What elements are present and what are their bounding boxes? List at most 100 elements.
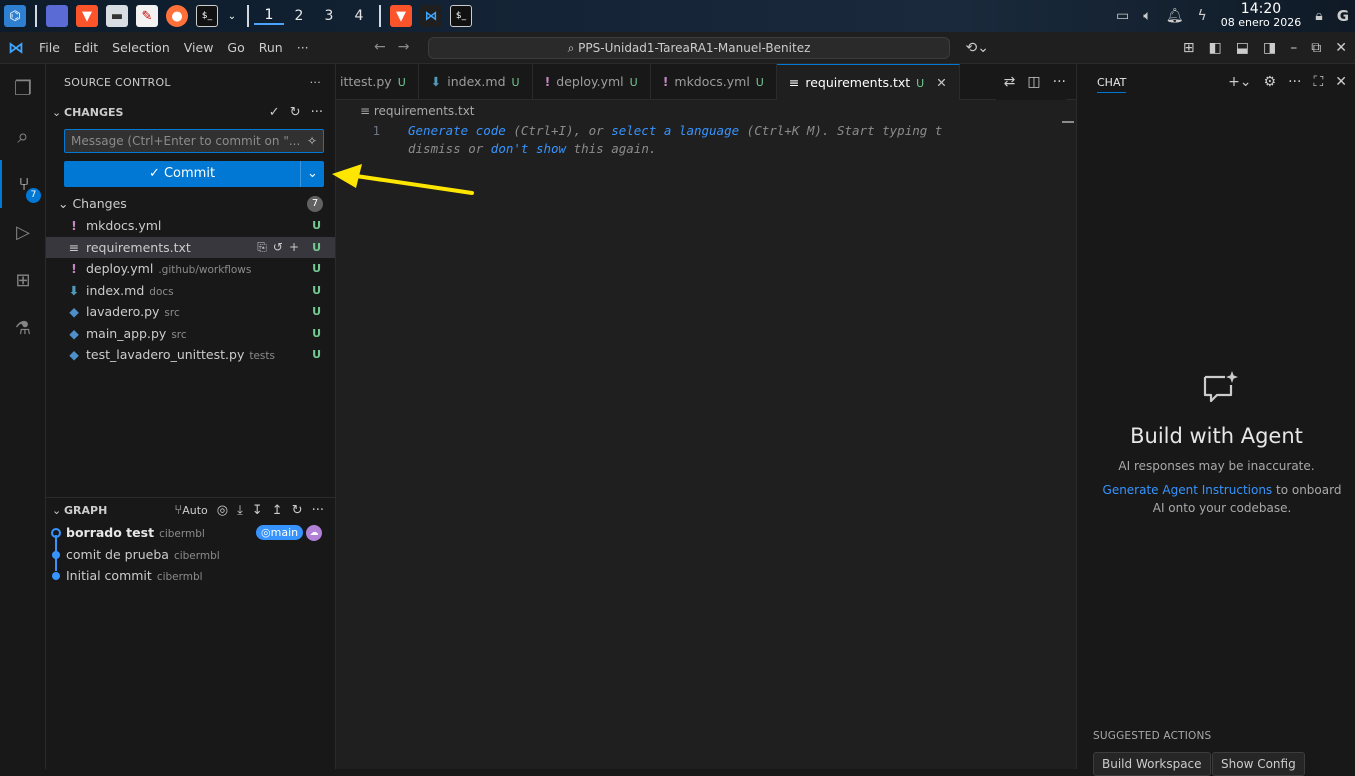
select-language-link[interactable]: select a language: [611, 123, 739, 138]
tab-requirements-txt[interactable]: ≡ requirements.txt U ✕: [776, 64, 960, 100]
clock[interactable]: 14:20 08 enero 2026: [1221, 2, 1302, 29]
more-actions-icon[interactable]: ···: [312, 500, 324, 522]
branch-auto-button[interactable]: ⑂Auto: [174, 500, 207, 522]
open-changes-icon[interactable]: ⇄: [1004, 64, 1016, 100]
menu-view[interactable]: View: [177, 40, 221, 55]
list-item[interactable]: ≡ requirements.txt ⎘↺+ U: [46, 236, 335, 258]
tab-mkdocs-yml[interactable]: ! mkdocs.yml U: [651, 64, 777, 100]
terminal-icon[interactable]: $_: [196, 5, 218, 27]
close-window-icon[interactable]: ✕: [1335, 40, 1347, 56]
gear-icon[interactable]: ⚙: [1264, 74, 1277, 90]
workspace-1[interactable]: 1: [254, 7, 284, 25]
close-tab-icon[interactable]: ✕: [936, 75, 946, 90]
desktop-icon[interactable]: [46, 5, 68, 27]
toggle-secondary-sidebar-icon[interactable]: ◨: [1263, 40, 1276, 56]
list-item[interactable]: Initial commit cibermbl: [46, 565, 336, 587]
menu-edit[interactable]: Edit: [67, 40, 105, 55]
menu-selection[interactable]: Selection: [105, 40, 177, 55]
app-launcher-icon[interactable]: ⌬: [4, 5, 26, 27]
build-workspace-button[interactable]: Build Workspace: [1093, 752, 1211, 776]
tab-deploy-yml[interactable]: ! deploy.yml U: [533, 64, 651, 100]
changes-group[interactable]: ⌄ Changes 7: [46, 193, 335, 215]
extensions-icon[interactable]: ⊞: [0, 256, 46, 304]
new-chat-icon[interactable]: +⌄: [1228, 74, 1251, 90]
list-item[interactable]: ! deploy.yml .github/workflows U: [46, 258, 335, 280]
layout-customize-icon[interactable]: ⊞: [1183, 40, 1195, 56]
back-arrow-icon[interactable]: ←: [374, 39, 398, 55]
push-icon[interactable]: ↥: [272, 500, 283, 522]
list-item[interactable]: ◆ lavadero.py src U: [46, 301, 335, 323]
search-view-icon[interactable]: ⌕: [0, 112, 46, 160]
minimize-icon[interactable]: –: [1290, 40, 1297, 56]
workspace-2[interactable]: 2: [284, 8, 314, 24]
graph-section-header[interactable]: ⌄ GRAPH ⑂Auto ◎ ⤓ ↧ ↥ ↻ ···: [46, 500, 336, 522]
explorer-icon[interactable]: ❐: [0, 64, 46, 112]
menu-file[interactable]: File: [32, 40, 67, 55]
forward-arrow-icon[interactable]: →: [398, 39, 422, 55]
notification-bell-icon[interactable]: 🔔︎: [1166, 8, 1184, 24]
target-icon[interactable]: ◎: [217, 500, 228, 522]
commit-button-main[interactable]: ✓ Commit: [64, 161, 300, 187]
commit-message-input[interactable]: Message (Ctrl+Enter to commit on "... ✧: [64, 129, 324, 153]
list-item[interactable]: borrado test cibermbl ◎main ☁: [46, 522, 336, 544]
list-item[interactable]: ⬇ index.md docs U: [46, 280, 335, 302]
commit-button[interactable]: ✓ Commit ⌄: [64, 161, 324, 187]
chevron-down-icon[interactable]: ⌄: [226, 5, 238, 27]
tab-unittest[interactable]: ittest.py U: [336, 64, 419, 100]
toggle-sidebar-icon[interactable]: ◧: [1209, 40, 1222, 56]
terminal-window-icon[interactable]: $_: [450, 5, 472, 27]
list-item[interactable]: comit de prueba cibermbl: [46, 544, 336, 566]
more-actions-icon[interactable]: ···: [311, 102, 323, 124]
more-actions-icon[interactable]: ···: [310, 64, 321, 102]
vscode-window-icon[interactable]: ⋈: [420, 5, 442, 27]
commit-dropdown-button[interactable]: ⌄: [300, 161, 324, 187]
command-center[interactable]: ⌕ PPS-Unidad1-TareaRA1-Manuel-Benitez: [428, 37, 950, 59]
testing-icon[interactable]: ⚗: [0, 304, 46, 352]
list-item[interactable]: ◆ test_lavadero_unittest.py tests U: [46, 344, 335, 366]
changes-section-header[interactable]: ⌄ CHANGES ✓ ↻ ···: [46, 102, 335, 124]
code-line-1[interactable]: 1 Generate code (Ctrl+I), or select a lan…: [336, 122, 1076, 140]
stage-changes-icon[interactable]: +: [289, 240, 305, 254]
toggle-panel-icon[interactable]: ⬓: [1236, 40, 1249, 56]
firefox-icon[interactable]: ●: [166, 5, 188, 27]
copilot-icon[interactable]: ⟲⌄: [966, 40, 989, 56]
sparkle-icon[interactable]: ✧: [307, 130, 317, 152]
workspace-4[interactable]: 4: [344, 8, 374, 24]
list-item[interactable]: ◆ main_app.py src U: [46, 323, 335, 345]
file-manager-icon[interactable]: ▬: [106, 5, 128, 27]
list-item[interactable]: ! mkdocs.yml U: [46, 215, 335, 237]
discard-changes-icon[interactable]: ↺: [273, 240, 289, 254]
commit-check-icon[interactable]: ✓: [269, 102, 280, 124]
code-line-1-wrap[interactable]: dismiss or don't show this again.: [336, 140, 1076, 158]
source-control-icon[interactable]: ⑂ 7: [0, 160, 46, 208]
document-viewer-icon[interactable]: ✎: [136, 5, 158, 27]
menu-more[interactable]: ···: [290, 40, 316, 55]
show-config-button[interactable]: Show Config: [1212, 752, 1305, 776]
more-actions-icon[interactable]: ···: [1288, 74, 1301, 90]
maximize-panel-icon[interactable]: ⛶: [1313, 74, 1323, 90]
power-profile-icon[interactable]: ϟ: [1197, 8, 1206, 24]
fetch-icon[interactable]: ⤓: [237, 500, 243, 522]
refresh-icon[interactable]: ↻: [290, 102, 301, 124]
open-file-icon[interactable]: ⎘: [257, 240, 273, 254]
maximize-icon[interactable]: ⧉: [1311, 40, 1321, 56]
refresh-icon[interactable]: ↻: [292, 500, 303, 522]
session-icon[interactable]: G: [1337, 7, 1349, 25]
menu-run[interactable]: Run: [252, 40, 290, 55]
close-panel-icon[interactable]: ✕: [1335, 74, 1347, 90]
scrollbar-marker[interactable]: [1062, 121, 1074, 123]
volume-icon[interactable]: 🔈︎: [1143, 8, 1151, 24]
brave-browser-icon[interactable]: ▼: [76, 5, 98, 27]
dont-show-link[interactable]: don't show: [491, 141, 566, 156]
chat-title[interactable]: CHAT: [1097, 76, 1127, 93]
brave-window-icon[interactable]: ▼: [390, 5, 412, 27]
lock-icon[interactable]: 🔒︎: [1315, 8, 1322, 24]
generate-instructions-link[interactable]: Generate Agent Instructions: [1103, 483, 1273, 497]
tab-index-md[interactable]: ⬇ index.md U: [419, 64, 533, 100]
split-editor-icon[interactable]: ◫: [1027, 64, 1040, 100]
display-icon[interactable]: ▭: [1116, 8, 1129, 24]
generate-code-link[interactable]: Generate code: [408, 123, 506, 138]
breadcrumb[interactable]: ≡ requirements.txt: [336, 100, 1076, 122]
menu-go[interactable]: Go: [220, 40, 251, 55]
run-debug-icon[interactable]: ▷: [0, 208, 46, 256]
